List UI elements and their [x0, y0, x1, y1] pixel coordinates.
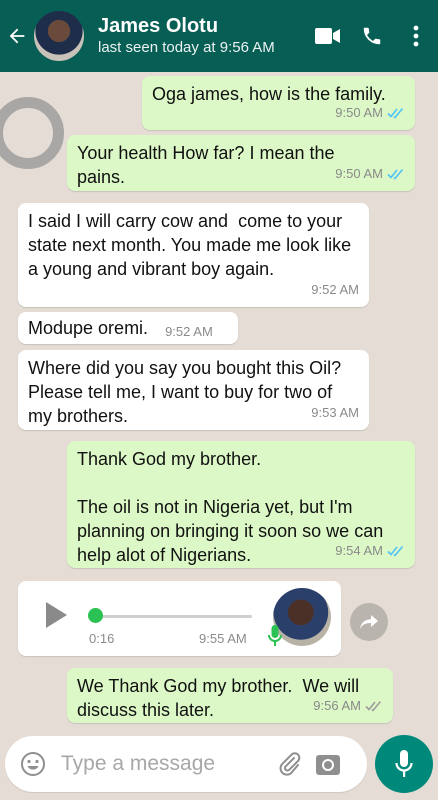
phone-icon[interactable]	[350, 0, 394, 72]
message-meta: 9:52 AM	[165, 320, 213, 344]
message-meta: 9:50 AM	[335, 101, 405, 125]
message-meta: 9:53 AM	[311, 401, 359, 425]
message-meta: 9:54 AM	[335, 539, 405, 563]
microphone-icon	[268, 625, 282, 652]
attach-icon[interactable]	[271, 736, 309, 792]
message-time: 9:50 AM	[335, 105, 383, 120]
incoming-message[interactable]: I said I will carry cow and come to your…	[18, 203, 369, 307]
message-time: 9:55 AM	[199, 631, 247, 646]
voice-duration: 0:16	[89, 631, 115, 646]
message-time: 9:50 AM	[335, 166, 383, 181]
contact-name: James Olotu	[98, 15, 219, 37]
incoming-message[interactable]: Where did you say you bought this Oil? P…	[18, 350, 369, 430]
message-meta: 9:56 AM	[313, 694, 383, 718]
message-time: 9:54 AM	[335, 543, 383, 558]
voice-message[interactable]: 0:16 9:55 AM	[18, 581, 341, 656]
outgoing-message[interactable]: Your health How far? I mean the pains. 9…	[67, 135, 415, 191]
outgoing-message[interactable]: Oga james, how is the family. 9:50 AM	[142, 76, 415, 130]
composer-bar	[5, 736, 367, 792]
voice-record-button[interactable]	[375, 735, 433, 793]
camera-icon[interactable]	[309, 736, 347, 792]
message-input[interactable]	[61, 752, 271, 776]
message-text: Where did you say you bought this Oil? P…	[28, 358, 347, 426]
wallpaper-ring-decoration	[0, 97, 64, 169]
contact-info[interactable]: James Olotu last seen today at 9:56 AM	[98, 14, 306, 58]
message-text: Your health How far? I mean the pains.	[77, 143, 340, 187]
message-time: 9:52 AM	[165, 324, 213, 339]
play-icon[interactable]	[44, 601, 68, 634]
back-arrow-icon[interactable]	[2, 0, 32, 72]
emoji-icon[interactable]	[11, 736, 55, 792]
message-time: 9:52 AM	[311, 282, 359, 297]
outgoing-message[interactable]: Thank God my brother. The oil is not in …	[67, 441, 415, 568]
last-seen-status: last seen today at 9:56 AM	[98, 39, 275, 56]
incoming-message[interactable]: Modupe oremi. 9:52 AM	[18, 312, 238, 344]
chat-header: James Olotu last seen today at 9:56 AM	[0, 0, 438, 72]
message-time: 9:56 AM	[313, 698, 361, 713]
voice-progress-track[interactable]	[94, 615, 252, 618]
message-meta: 9:50 AM	[335, 162, 405, 186]
video-call-icon[interactable]	[306, 0, 350, 72]
read-ticks-icon	[387, 168, 404, 180]
more-options-icon[interactable]	[394, 0, 438, 72]
message-time: 9:53 AM	[311, 405, 359, 420]
read-ticks-icon	[387, 107, 404, 119]
message-list[interactable]: Oga james, how is the family. 9:50 AM Yo…	[0, 72, 438, 727]
contact-avatar[interactable]	[34, 11, 84, 61]
message-meta: 9:52 AM	[311, 278, 359, 302]
message-text: Modupe oremi.	[28, 318, 149, 338]
voice-progress-knob[interactable]	[88, 608, 103, 623]
delivered-ticks-icon	[365, 700, 382, 712]
outgoing-message[interactable]: We Thank God my brother. We will discuss…	[67, 668, 393, 723]
read-ticks-icon	[387, 545, 404, 557]
forward-icon[interactable]	[350, 603, 388, 641]
message-text: I said I will carry cow and come to your…	[28, 211, 357, 279]
microphone-icon	[395, 750, 413, 777]
